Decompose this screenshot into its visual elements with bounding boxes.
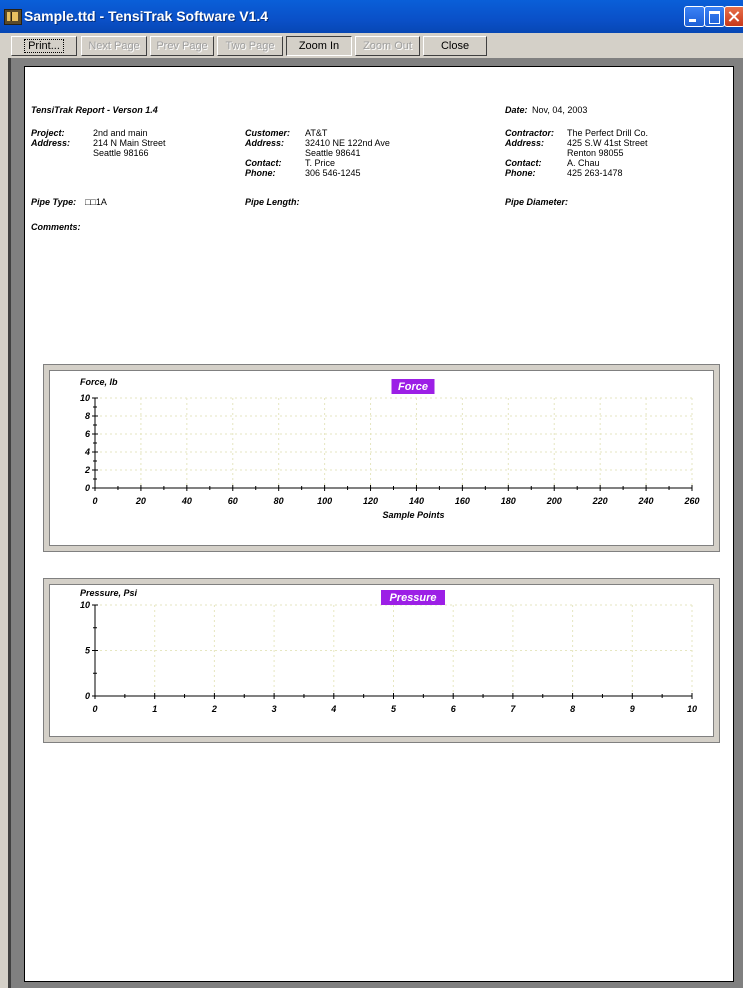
x-tick-label: 220 [592, 496, 608, 506]
y-tick-label: 6 [85, 429, 91, 439]
x-tick-label: 40 [181, 496, 192, 506]
contractor-value: The Perfect Drill Co. [567, 128, 649, 138]
report-page: TensiTrak Report - Verson 1.4 Date: Nov,… [24, 66, 734, 982]
x-tick-label: 200 [546, 496, 562, 506]
contractor-phone: 425 263-1478 [567, 168, 623, 178]
two-page-label: Two Page [225, 40, 275, 52]
customer-value: AT&T [305, 128, 328, 138]
force-chart-area: 0 2 4 6 8 10 0 20 40 60 80 100 120 140 160 180 200 220 240… [49, 370, 714, 546]
customer-address-1: 32410 NE 122nd Ave [305, 138, 390, 148]
x-axis-label: Sample Points [382, 510, 444, 520]
y-tick-label: 0 [85, 691, 90, 701]
pipe-type-value: □□1A [85, 197, 107, 207]
customer-contact-label: Contact: [245, 158, 282, 168]
x-tick-label: 7 [510, 704, 516, 714]
x-tick-label: 0 [92, 704, 97, 714]
contractor-contact: A. Chau [567, 158, 600, 168]
x-tick-label: 160 [455, 496, 470, 506]
window-title: Sample.ttd - TensiTrak Software V1.4 [24, 8, 269, 24]
force-chart: 02468100 20 40 60 80 100 120 140 160 180 200 220 240… [80, 377, 700, 520]
maximize-button[interactable] [704, 6, 725, 27]
report-heading: TensiTrak Report - Verson 1.4 [31, 105, 158, 115]
y-tick-label: 10 [80, 393, 90, 403]
chart-title: Force [398, 381, 428, 393]
y-tick-label: 10 [80, 600, 90, 610]
contractor-address-1: 425 S.W 41st Street [567, 138, 648, 148]
app-icon [4, 9, 22, 25]
chart-title: Pressure [389, 592, 436, 604]
x-tick-label: 100 [317, 496, 332, 506]
contractor-address-2: Renton 98055 [567, 148, 624, 158]
next-page-button[interactable]: Next Page [81, 36, 147, 56]
customer-contact: T. Price [305, 158, 336, 168]
pressure-chart: 0 5 10 0 1 2 3 4 5 6 7 8 9 10 Pressure, Psi Pressure [80, 588, 697, 714]
contractor-contact-label: Contact: [505, 158, 542, 168]
customer-address-2: Seattle 98641 [305, 148, 361, 158]
close-button-label: Close [440, 40, 470, 52]
contractor-address-label: Address: [505, 138, 545, 148]
y-tick-label: 8 [85, 411, 90, 421]
customer-phone-label: Phone: [245, 168, 276, 178]
project-label: Project: [31, 128, 65, 138]
zoom-in-label: Zoom In [298, 40, 340, 52]
x-tick-label: 10 [687, 704, 697, 714]
date-value: Nov, 04, 2003 [532, 105, 588, 115]
contractor-phone-label: Phone: [505, 168, 536, 178]
project-value: 2nd and main [93, 128, 148, 138]
x-tick-label: 5 [391, 704, 397, 714]
x-tick-label: 9 [630, 704, 635, 714]
x-tick-label: 8 [570, 704, 575, 714]
x-tick-label: 1 [152, 704, 157, 714]
y-tick-label: 5 [85, 646, 91, 656]
contractor-label: Contractor: [505, 128, 554, 138]
x-tick-label: 120 [363, 496, 378, 506]
project-address-1: 214 N Main Street [93, 138, 166, 148]
pressure-chart-area: 0 5 10 0 1 2 3 4 5 6 7 8 9 10 Pressure, Psi Pressure [49, 584, 714, 737]
minimize-button[interactable] [684, 6, 705, 27]
date-label: Date: [505, 105, 528, 115]
x-tick-label: 3 [272, 704, 277, 714]
x-tick-label: 60 [228, 496, 238, 506]
zoom-in-button[interactable]: Zoom In [286, 36, 352, 56]
x-tick-label: 180 [501, 496, 516, 506]
pipe-type-label: Pipe Type: [31, 197, 77, 207]
close-button[interactable]: Close [423, 36, 487, 56]
next-page-label: Next Page [88, 40, 140, 52]
x-tick-label: 0 [92, 496, 97, 506]
x-tick-label: 80 [274, 496, 284, 506]
project-address-2: Seattle 98166 [93, 148, 149, 158]
y-axis-label: Pressure, Psi [80, 588, 138, 598]
title-bar: Sample.ttd - TensiTrak Software V1.4 [0, 0, 743, 33]
customer-phone: 306 546-1245 [305, 168, 361, 178]
two-page-button[interactable]: Two Page [217, 36, 283, 56]
pressure-chart-frame: 0 5 10 0 1 2 3 4 5 6 7 8 9 10 Pressure, Psi Pressure [43, 578, 720, 743]
force-chart-frame: 0 2 4 6 8 10 0 20 40 60 80 100 120 140 160 180 200 220 240… [43, 364, 720, 552]
project-address-label: Address: [31, 138, 71, 148]
y-tick-label: 4 [84, 447, 90, 457]
preview-border [8, 58, 11, 988]
pipe-diameter-label: Pipe Diameter: [505, 197, 569, 207]
close-window-button[interactable] [724, 6, 743, 27]
pipe-length-label: Pipe Length: [245, 197, 300, 207]
y-tick-label: 0 [85, 483, 90, 493]
zoom-out-label: Zoom Out [363, 40, 412, 52]
toolbar: Print... Next Page Prev Page Two Page Zo… [0, 33, 743, 58]
print-button-label: Print... [24, 39, 64, 53]
x-tick-label: 140 [409, 496, 424, 506]
customer-label: Customer: [245, 128, 291, 138]
x-tick-label: 4 [330, 704, 336, 714]
x-tick-label: 260 [683, 496, 699, 506]
y-axis-label: Force, lb [80, 377, 118, 387]
prev-page-label: Prev Page [156, 40, 208, 52]
x-tick-label: 240 [638, 496, 654, 506]
prev-page-button[interactable]: Prev Page [150, 36, 214, 56]
x-tick-label: 2 [211, 704, 217, 714]
customer-address-label: Address: [245, 138, 285, 148]
print-button[interactable]: Print... [11, 36, 77, 56]
x-tick-label: 6 [451, 704, 457, 714]
y-tick-label: 2 [84, 465, 90, 475]
zoom-out-button[interactable]: Zoom Out [355, 36, 420, 56]
x-tick-label: 20 [135, 496, 146, 506]
comments-label: Comments: [31, 222, 81, 232]
